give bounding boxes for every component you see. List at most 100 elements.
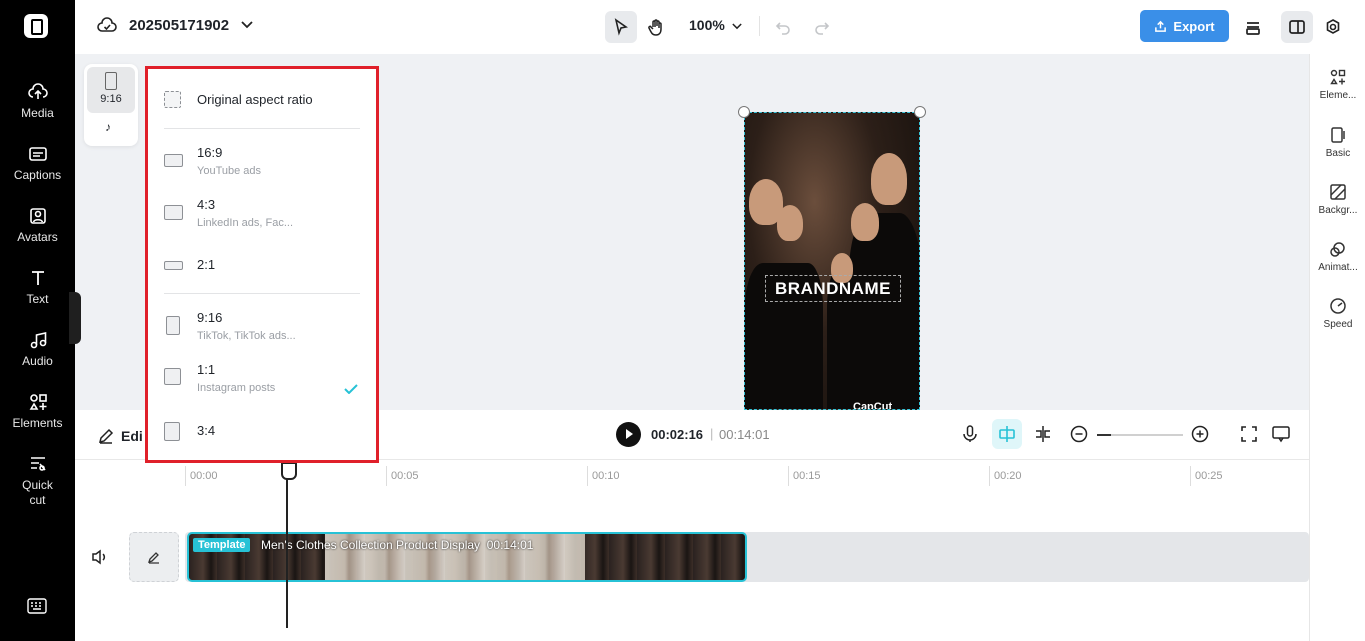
undo-button[interactable]: [767, 11, 799, 43]
portrait-icon: [105, 72, 117, 90]
sidebar-item-label: Audio: [22, 354, 53, 368]
upload-icon: [1155, 20, 1167, 32]
project-selector[interactable]: 202505171902: [97, 16, 253, 34]
timeline-area: 00:00 00:05 00:10 00:15 00:20 00:25 Temp…: [75, 460, 1309, 641]
sidebar-item-audio[interactable]: Audio: [0, 330, 75, 368]
option-label: 4:3: [197, 197, 216, 212]
comment-button[interactable]: [1271, 424, 1291, 444]
redo-icon: [815, 22, 830, 35]
top-bar: 202505171902 100% Export: [75, 0, 1365, 54]
volume-icon[interactable]: [91, 549, 109, 565]
option-9-16[interactable]: 9:16 TikTok, TikTok ads...: [164, 310, 364, 346]
layout-button[interactable]: [1281, 11, 1313, 43]
sidebar-item-label: Elements: [12, 416, 63, 430]
captions-icon: [28, 144, 48, 164]
panel-item-background[interactable]: Backgr...: [1310, 183, 1365, 216]
aspect-ratio-selected[interactable]: 9:16: [87, 67, 135, 113]
ratio-4-3-icon: [164, 205, 183, 220]
basic-icon: [1331, 127, 1345, 143]
panel-item-animation[interactable]: Animat...: [1310, 240, 1365, 273]
chevron-down-icon: [732, 23, 742, 30]
select-tool-button[interactable]: [605, 11, 637, 43]
zoom-out-button[interactable]: [1069, 424, 1089, 444]
edit-icon: [147, 552, 159, 564]
ratio-2-1-icon: [164, 261, 183, 270]
sidebar-item-label: Avatars: [17, 230, 58, 244]
video-preview[interactable]: BRANDNAME CapCut: [744, 112, 920, 410]
aspect-ratio-dropdown: Original aspect ratio 16:9 YouTube ads 4…: [145, 66, 379, 463]
cloud-sync-icon: [97, 17, 117, 32]
edit-button[interactable]: Edi: [97, 427, 143, 445]
option-3-4[interactable]: 3:4: [164, 422, 364, 444]
aspect-ratio-toggle[interactable]: 9:16 ♪: [84, 64, 138, 146]
ruler-tick: 00:00: [185, 466, 218, 486]
option-description: YouTube ads: [197, 165, 262, 177]
quick-cut-icon: [28, 454, 48, 474]
current-time: 00:02:16: [651, 427, 704, 442]
tiktok-icon[interactable]: ♪: [105, 120, 111, 134]
option-description: TikTok, TikTok ads...: [197, 330, 296, 342]
cover-edit-button[interactable]: [129, 532, 179, 582]
fullscreen-icon: [1241, 426, 1257, 442]
option-label: Original aspect ratio: [197, 92, 313, 107]
option-4-3[interactable]: 4:3 LinkedIn ads, Fac...: [164, 197, 364, 233]
option-original-aspect-ratio[interactable]: Original aspect ratio: [164, 91, 364, 113]
gear-icon: [1326, 19, 1340, 34]
fit-button[interactable]: [1239, 424, 1259, 444]
zoom-slider[interactable]: [1097, 434, 1183, 436]
background-icon: [1330, 184, 1346, 200]
ruler-tick: 00:15: [788, 466, 821, 486]
option-label: 16:9: [197, 145, 223, 160]
video-clip[interactable]: Template Men's Clothes Collection Produc…: [187, 532, 747, 582]
comment-icon: [1272, 426, 1290, 443]
sidebar-item-captions[interactable]: Captions: [0, 144, 75, 182]
resize-handle[interactable]: [738, 106, 750, 118]
option-16-9[interactable]: 16:9 YouTube ads: [164, 145, 364, 181]
chevron-down-icon: [241, 21, 253, 29]
split-icon: [1036, 426, 1050, 442]
zoom-in-icon: [1191, 425, 1209, 443]
animation-icon: [1330, 242, 1345, 257]
sidebar-item-label: Media: [21, 106, 54, 120]
playhead[interactable]: [281, 462, 297, 628]
panel-item-basic[interactable]: Basic: [1310, 126, 1365, 159]
option-1-1[interactable]: 1:1 Instagram posts: [164, 362, 364, 398]
microphone-button[interactable]: [960, 424, 980, 444]
right-panel: Eleme... Basic Backgr... Animat... Speed: [1309, 54, 1365, 641]
option-description: LinkedIn ads, Fac...: [197, 217, 293, 229]
edit-label: Edi: [121, 428, 143, 444]
hand-tool-button[interactable]: [640, 11, 672, 43]
ruler-tick: 00:05: [386, 466, 419, 486]
panel-item-elements[interactable]: Eleme...: [1310, 68, 1365, 101]
speed-icon: [1330, 298, 1346, 314]
redo-button[interactable]: [806, 11, 838, 43]
left-sidebar: Media Captions Avatars Text Audio Elemen…: [0, 0, 75, 641]
layout-panel-icon: [1289, 20, 1305, 34]
ruler-tick: 00:25: [1190, 466, 1223, 486]
settings-button[interactable]: [1317, 11, 1349, 43]
layers-button[interactable]: [1237, 11, 1269, 43]
sidebar-item-text[interactable]: Text: [0, 268, 75, 306]
sidebar-item-avatars[interactable]: Avatars: [0, 206, 75, 244]
option-2-1[interactable]: 2:1: [164, 257, 364, 277]
brand-name-text[interactable]: BRANDNAME: [765, 275, 901, 302]
keyboard-icon[interactable]: [27, 598, 47, 614]
zoom-in-button[interactable]: [1190, 424, 1210, 444]
panel-item-speed[interactable]: Speed: [1310, 297, 1365, 330]
export-button[interactable]: Export: [1140, 10, 1229, 42]
capcut-logo[interactable]: [24, 14, 48, 38]
sidebar-item-quick-cut[interactable]: Quick cut: [0, 454, 75, 508]
resize-handle[interactable]: [914, 106, 926, 118]
sidebar-item-media[interactable]: Media: [0, 82, 75, 120]
snap-button[interactable]: [992, 419, 1022, 449]
play-button[interactable]: [616, 422, 641, 447]
split-button[interactable]: [1033, 424, 1053, 444]
sidebar-item-label: Quick cut: [22, 478, 53, 507]
checkmark-icon: [344, 384, 358, 394]
sidebar-item-elements[interactable]: Elements: [0, 392, 75, 430]
cloud-upload-icon: [27, 82, 48, 102]
template-badge: Template: [193, 538, 251, 552]
zoom-selector[interactable]: 100%: [689, 17, 742, 33]
original-ratio-icon: [164, 91, 181, 108]
panel-collapse-handle[interactable]: [69, 292, 81, 344]
